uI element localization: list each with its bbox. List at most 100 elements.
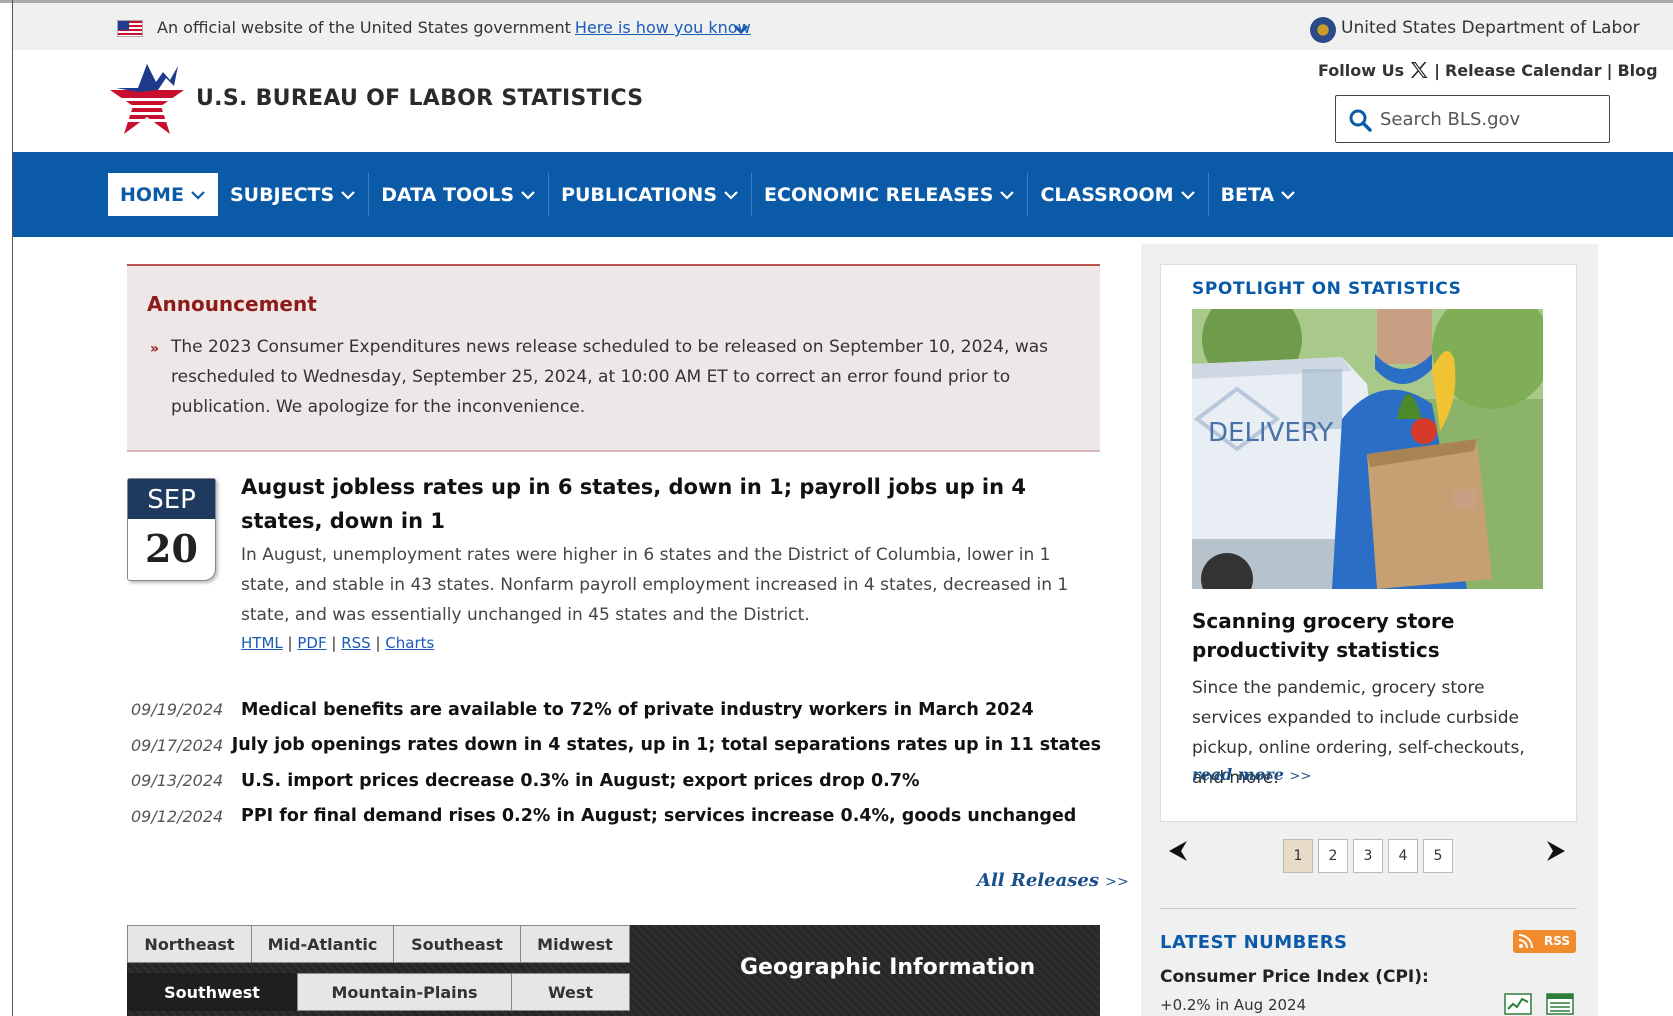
list-item: 09/13/2024 U.S. import prices decrease 0… [131, 763, 1101, 799]
cpi-label[interactable]: Consumer Price Index (CPI): [1160, 967, 1429, 987]
chevron-down-icon [1000, 190, 1015, 200]
caret-right-icon[interactable] [1545, 838, 1567, 864]
page-3-button[interactable]: 3 [1353, 839, 1383, 873]
tab-northeast[interactable]: Northeast [127, 925, 252, 963]
tab-southeast[interactable]: Southeast [393, 925, 521, 963]
page-4-button[interactable]: 4 [1388, 839, 1418, 873]
utility-links: Follow Us | Release Calendar | Blog [1318, 60, 1658, 80]
release-title-link[interactable]: U.S. import prices decrease 0.3% in Augu… [241, 771, 920, 791]
tab-midwest[interactable]: Midwest [520, 925, 630, 963]
nav-classroom[interactable]: CLASSROOM [1028, 173, 1209, 216]
nav-label: PUBLICATIONS [561, 183, 718, 206]
release-date: 09/19/2024 [131, 700, 224, 720]
featured-release-title[interactable]: August jobless rates up in 6 states, dow… [241, 470, 1101, 538]
us-flag-icon [117, 20, 143, 37]
nav-label: DATA TOOLS [381, 183, 515, 206]
chevron-down-icon [521, 190, 535, 200]
nav-subjects[interactable]: SUBJECTS [218, 173, 370, 216]
nav-home[interactable]: HOME [108, 173, 218, 216]
list-item: 09/19/2024 Medical benefits are availabl… [131, 692, 1101, 728]
search-icon[interactable] [1348, 108, 1372, 132]
geographic-info-title: Geographic Information [740, 955, 1036, 980]
gov-banner-text: An official website of the United States… [157, 18, 751, 37]
tab-southwest[interactable]: Southwest [127, 973, 297, 1011]
page-5-button[interactable]: 5 [1423, 839, 1453, 873]
x-logo-icon[interactable] [1409, 60, 1429, 80]
html-link[interactable]: HTML [241, 634, 283, 652]
announcement-text: The 2023 Consumer Expenditures news rele… [171, 337, 1049, 417]
chart-icon[interactable] [1504, 993, 1532, 1015]
date-badge: SEP 20 [127, 478, 216, 581]
bullet-icon: » [150, 341, 160, 357]
spotlight-pager: 1 2 3 4 5 [1283, 839, 1453, 873]
tab-mountain-plains[interactable]: Mountain-Plains [297, 973, 512, 1011]
chevron-down-icon [341, 190, 355, 200]
spotlight-title[interactable]: Scanning grocery store productivity stat… [1192, 607, 1552, 665]
rss-link[interactable]: RSS [341, 634, 370, 652]
right-sidebar: SPOTLIGHT ON STATISTICS DELIVERY Scannin… [1141, 244, 1598, 1016]
featured-release-links: HTML | PDF | RSS | Charts [241, 634, 434, 652]
site-header: U.S. BUREAU OF LABOR STATISTICS Follow U… [13, 50, 1673, 152]
search-input[interactable] [1380, 106, 1600, 132]
all-releases-link[interactable]: All Releases >> [977, 870, 1129, 891]
release-title-link[interactable]: July job openings rates down in 4 states… [232, 735, 1101, 755]
spotlight-image[interactable]: DELIVERY [1192, 309, 1543, 589]
release-date: 09/17/2024 [131, 735, 224, 755]
spotlight-heading: SPOTLIGHT ON STATISTICS [1192, 279, 1462, 299]
link-separator: | [287, 634, 293, 652]
nav-beta[interactable]: BETA [1209, 173, 1309, 216]
nav-label: ECONOMIC RELEASES [764, 183, 994, 206]
nav-economic-releases[interactable]: ECONOMIC RELEASES [752, 173, 1029, 216]
gov-banner: An official website of the United States… [13, 3, 1673, 50]
blog-link[interactable]: Blog [1617, 61, 1657, 80]
release-calendar-link[interactable]: Release Calendar [1445, 61, 1602, 80]
double-arrow-icon: >> [1289, 769, 1312, 784]
announcement-box: Announcement » The 2023 Consumer Expendi… [127, 264, 1100, 452]
page-1-button[interactable]: 1 [1283, 839, 1313, 873]
read-more-label: read more [1192, 765, 1284, 784]
release-title-link[interactable]: PPI for final demand rises 0.2% in Augus… [241, 806, 1076, 826]
bls-star-logo[interactable] [108, 58, 186, 138]
nav-publications[interactable]: PUBLICATIONS [549, 173, 753, 216]
double-arrow-icon: >> [1105, 874, 1129, 890]
util-separator: | [1434, 60, 1440, 80]
release-title-link[interactable]: Medical benefits are available to 72% of… [241, 700, 1034, 720]
nav-data-tools[interactable]: DATA TOOLS [369, 173, 550, 216]
delivery-text: DELIVERY [1208, 418, 1333, 448]
nav-label: SUBJECTS [229, 183, 335, 206]
search-box[interactable] [1335, 95, 1610, 143]
chevron-down-icon [1180, 190, 1195, 200]
table-icon[interactable] [1546, 993, 1574, 1015]
all-releases-label: All Releases [977, 870, 1099, 891]
nav-label: CLASSROOM [1040, 183, 1174, 206]
featured-release-description: In August, unemployment rates were highe… [241, 545, 1069, 625]
gov-banner-label: An official website of the United States… [157, 18, 571, 37]
page-2-button[interactable]: 2 [1318, 839, 1348, 873]
delivery-photo: DELIVERY [1192, 309, 1543, 589]
dol-link[interactable]: United States Department of Labor [1341, 18, 1640, 38]
cpi-value: +0.2% in Aug 2024 [1160, 996, 1307, 1014]
here-is-how-you-know-link[interactable]: Here is how you know [575, 18, 751, 37]
follow-us-label: Follow Us [1318, 60, 1405, 80]
list-item: 09/17/2024 July job openings rates down … [131, 728, 1101, 764]
read-more-link[interactable]: read more >> [1192, 765, 1311, 784]
dol-seal-icon [1310, 17, 1336, 43]
caret-left-icon[interactable] [1167, 838, 1189, 864]
pdf-link[interactable]: PDF [297, 634, 326, 652]
site-title[interactable]: U.S. BUREAU OF LABOR STATISTICS [196, 86, 643, 111]
rss-button[interactable]: RSS [1513, 930, 1576, 953]
divider [1160, 908, 1577, 909]
release-date: 09/12/2024 [131, 806, 224, 826]
date-day: 20 [145, 526, 198, 571]
tab-west[interactable]: West [511, 973, 630, 1011]
release-list: 09/19/2024 Medical benefits are availabl… [131, 692, 1101, 834]
charts-link[interactable]: Charts [385, 634, 434, 652]
chevron-down-icon [191, 190, 205, 200]
tab-mid-atlantic[interactable]: Mid-Atlantic [251, 925, 394, 963]
nav-label: BETA [1220, 183, 1275, 206]
date-month: SEP [128, 479, 215, 519]
spotlight-card: SPOTLIGHT ON STATISTICS DELIVERY Scannin… [1160, 264, 1577, 822]
util-separator: | [1606, 60, 1613, 80]
chevron-down-icon[interactable] [732, 20, 750, 38]
latest-numbers-heading: LATEST NUMBERS [1160, 932, 1348, 953]
